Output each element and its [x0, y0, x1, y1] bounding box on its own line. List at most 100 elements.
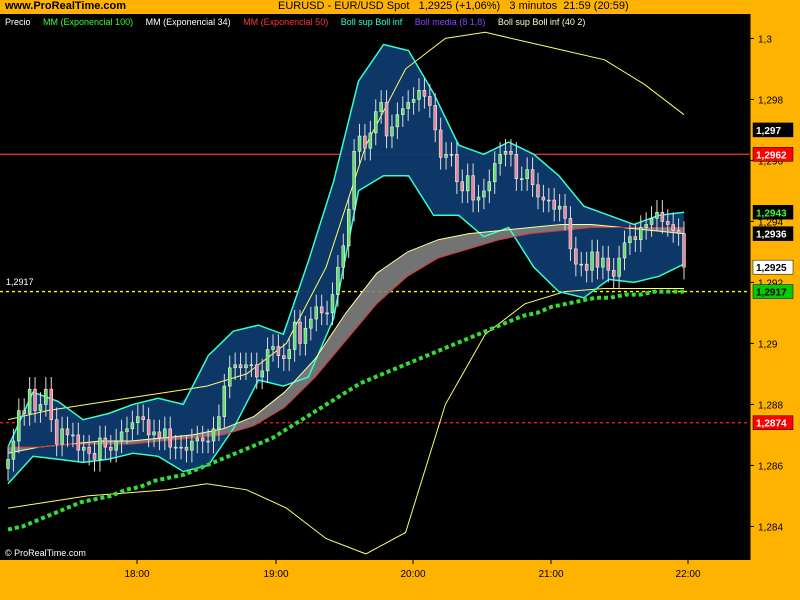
candle-up — [136, 416, 140, 423]
candle-up — [152, 431, 156, 436]
x-tick-label: 22:00 — [675, 569, 700, 580]
candle-up — [330, 294, 335, 314]
candle-up — [492, 163, 497, 183]
candle-down — [184, 446, 189, 451]
candle-up — [601, 257, 605, 268]
candle-down — [54, 419, 59, 445]
candle-down — [584, 263, 589, 271]
candle-up — [163, 428, 167, 439]
candle-up — [357, 135, 362, 152]
candle-up — [6, 459, 10, 469]
candle-down — [65, 428, 70, 436]
candle-down — [200, 437, 205, 442]
candle-up — [655, 212, 659, 219]
candle-up — [547, 199, 551, 202]
header-bar: www.ProRealTime.com EURUSD - EUR/USD Spo… — [0, 0, 800, 14]
candle-up — [260, 370, 264, 378]
candle-up — [368, 132, 373, 149]
candle-down — [595, 251, 600, 268]
y-tick-label: 1,286 — [758, 461, 783, 472]
candle-up — [352, 151, 356, 210]
candle-down — [676, 230, 681, 234]
candle-up — [341, 245, 346, 268]
candle-down — [611, 269, 616, 277]
x-tick-label: 18:00 — [124, 569, 149, 580]
candle-down — [563, 205, 567, 219]
candle-down — [141, 416, 145, 420]
candle-up — [336, 266, 340, 295]
y-tick-label: 1,298 — [758, 95, 783, 106]
candle-down — [276, 346, 281, 356]
candle-up — [217, 416, 221, 430]
candle-up — [98, 437, 102, 460]
x-tick-label: 20:00 — [400, 569, 425, 580]
candle-up — [244, 364, 248, 369]
candle-down — [438, 129, 443, 158]
candle-up — [190, 440, 194, 451]
candle-up — [557, 205, 562, 210]
candle-up — [325, 312, 329, 315]
candle-up — [125, 428, 129, 433]
candle-up — [520, 178, 524, 180]
site-name: www.ProRealTime.com — [5, 0, 127, 12]
candle-down — [76, 434, 81, 451]
copyright: © ProRealTime.com — [5, 548, 86, 558]
candle-up — [617, 257, 621, 277]
candle-down — [384, 102, 389, 137]
candle-up — [249, 364, 254, 367]
candle-down — [157, 431, 162, 439]
price-tag-label: 1,2962 — [756, 150, 787, 161]
candle-down — [109, 446, 113, 451]
candle-down — [422, 90, 427, 97]
legend-item-boll-short: Boll sup Boll inf — [340, 17, 403, 27]
candle-up — [417, 90, 421, 100]
candle-up — [476, 196, 481, 201]
candle-up — [265, 349, 270, 372]
candle-up — [314, 306, 318, 320]
candle-down — [92, 452, 97, 460]
candle-down — [666, 221, 670, 225]
candle-down — [660, 212, 665, 222]
candle-up — [38, 404, 43, 411]
candle-down — [103, 437, 108, 448]
candle-up — [449, 154, 454, 156]
candle-down — [282, 355, 286, 359]
price-tag-label: 1,2917 — [756, 288, 787, 299]
candle-up — [622, 242, 627, 259]
chart-title: EURUSD - EUR/USD Spot 1,2925 (+1,06%) 3 … — [278, 0, 629, 12]
legend-item-boll-media: Boll media (8 1,8) — [414, 17, 486, 27]
legend-item-boll-long: Boll sup Boll inf (40 2) — [497, 17, 586, 27]
candle-up — [482, 190, 486, 198]
candle-down — [568, 218, 573, 250]
candle-up — [60, 428, 64, 445]
y-tick-label: 1,284 — [758, 522, 783, 533]
candle-down — [319, 306, 324, 314]
candle-up — [579, 263, 583, 266]
candle-up — [173, 446, 178, 449]
candle-up — [379, 102, 383, 112]
candle-down — [509, 151, 513, 155]
candle-up — [639, 227, 643, 240]
candle-up — [444, 154, 448, 158]
candle-up — [498, 154, 502, 164]
candle-up — [228, 367, 232, 387]
legend-item-ema34: MM (Exponencial 34) — [145, 17, 231, 27]
candle-up — [309, 318, 313, 329]
candle-up — [81, 446, 86, 451]
candle-down — [671, 224, 675, 231]
candle-up — [130, 422, 135, 430]
candle-up — [233, 364, 237, 369]
candle-down — [552, 199, 556, 210]
candle-up — [346, 208, 351, 247]
candle-down — [541, 196, 546, 201]
candle-down — [87, 446, 91, 454]
candle-up — [179, 446, 183, 449]
candle-down — [146, 419, 151, 436]
candle-up — [287, 349, 291, 359]
legend-item-ema50: MM (Exponencial 50) — [243, 17, 329, 27]
candle-up — [503, 151, 508, 155]
candle-up — [222, 385, 227, 417]
candle-down — [606, 257, 611, 271]
candle-up — [211, 428, 216, 442]
candle-down — [514, 154, 519, 179]
